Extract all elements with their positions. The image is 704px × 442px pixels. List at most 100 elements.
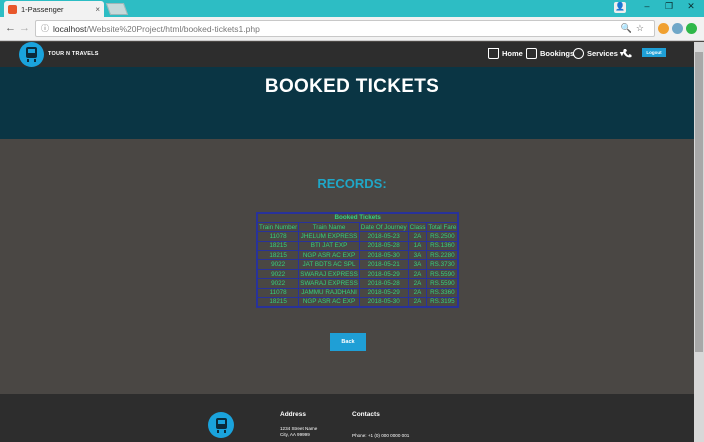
table-cell: JHELUM EXPRESS — [298, 231, 360, 242]
table-cell: 2018-05-29 — [358, 287, 409, 299]
url-text: localhost/Website%20Project/html/booked-… — [53, 24, 621, 34]
table-cell: 2018-05-28 — [358, 278, 409, 289]
table-row: 18215 NGP ASR AC EXP 2018-05-30 2A RS.3195 — [256, 296, 459, 308]
site-header: TOUR N TRAVELS Home Bookings Services ▾ — [0, 42, 704, 67]
table-cell: RS.3360 — [426, 287, 459, 299]
url-path: /Website%20Project/html/booked-tickets1.… — [86, 23, 260, 34]
browser-tab[interactable]: 1-Passenger × — [4, 1, 104, 17]
table-row: 9022 SWARAJ EXPRESS 2018-05-28 2A RS.5590 — [256, 278, 459, 289]
table-cell: RS.1360 — [426, 240, 459, 252]
column-header: Class — [407, 221, 428, 233]
tab-close-icon[interactable]: × — [95, 5, 100, 14]
table-cell: 2A — [407, 268, 428, 280]
table-cell: RS.3730 — [426, 259, 459, 270]
browser-toolbar: ← → ⓘ localhost/Website%20Project/html/b… — [0, 17, 704, 41]
table-cell: 2018-05-23 — [358, 231, 409, 242]
brand-name[interactable]: TOUR N TRAVELS — [48, 51, 99, 57]
table-cell: BTI JAT EXP — [298, 240, 360, 252]
tab-title: 1-Passenger — [21, 4, 64, 14]
table-cell: JAMMU RAJDHANI — [298, 287, 360, 299]
table-cell: 9022 — [256, 259, 300, 270]
table-cell: SWARAJ EXPRESS — [298, 268, 360, 280]
footer-address-line: City, AA 99999 — [280, 432, 310, 437]
table-cell: 9022 — [256, 278, 300, 289]
table-row: 9022 JAT BDTS AC SPL 2018-05-21 3A RS.3730 — [256, 259, 459, 270]
table-cell: 2018-05-30 — [358, 250, 409, 261]
table-row: 18215 NGP ASR AC EXP 2018-05-30 3A RS.2280 — [256, 250, 459, 261]
table-cell: 11078 — [256, 287, 300, 299]
logout-button[interactable]: Logout — [642, 48, 666, 57]
footer-address-heading: Address — [280, 411, 307, 418]
back-arrow-icon[interactable]: ← — [5, 22, 16, 34]
nav-bookings-label: Bookings — [540, 49, 575, 58]
maximize-button[interactable]: ❐ — [658, 0, 680, 14]
nav-home-label: Home — [502, 49, 523, 58]
table-cell: 18215 — [256, 240, 300, 252]
table-cell: 2A — [407, 296, 428, 308]
extension-icon[interactable] — [658, 23, 669, 34]
bookmark-star-icon[interactable]: 🔍☆ — [621, 23, 648, 34]
services-icon — [573, 48, 584, 59]
table-caption: Booked Tickets — [256, 212, 459, 223]
scrollbar-thumb[interactable] — [695, 52, 703, 352]
footer-address-line: 1234 Street Name — [280, 426, 318, 431]
info-icon[interactable]: ⓘ — [41, 23, 49, 34]
url-host: localhost — [53, 23, 87, 34]
table-cell: JAT BDTS AC SPL — [298, 259, 360, 270]
column-header: Total Fare — [426, 221, 459, 233]
table-cell: NGP ASR AC EXP — [298, 250, 360, 261]
table-cell: RS.2280 — [426, 250, 459, 261]
close-window-button[interactable]: ✕ — [680, 0, 702, 14]
table-cell: 2018-05-29 — [358, 268, 409, 280]
table-cell: SWARAJ EXPRESS — [298, 278, 360, 289]
table-cell: RS.2500 — [426, 231, 459, 242]
user-profile-icon[interactable]: 👤 — [614, 2, 626, 13]
table-cell: 2A — [407, 287, 428, 299]
table-cell: RS.3195 — [426, 296, 459, 308]
minimize-button[interactable]: – — [636, 0, 658, 14]
page-scrollbar[interactable] — [694, 42, 704, 442]
nav-services-label: Services ▾ — [587, 49, 624, 58]
column-header: Train Number — [256, 221, 300, 233]
table-cell: NGP ASR AC EXP — [298, 296, 360, 308]
table-row: 11078 JAMMU RAJDHANI 2018-05-29 2A RS.3360 — [256, 287, 459, 299]
nav-home[interactable]: Home — [488, 48, 523, 59]
forward-arrow-icon[interactable]: → — [19, 22, 30, 34]
table-body: 11078 JHELUM EXPRESS 2018-05-23 2A RS.2500 18… — [256, 231, 459, 308]
table-cell: 2018-05-30 — [358, 296, 409, 308]
table-row: 11078 JHELUM EXPRESS 2018-05-23 2A RS.2500 — [256, 231, 459, 242]
table-row: 18215 BTI JAT EXP 2018-05-28 1A RS.1360 — [256, 240, 459, 252]
home-icon — [488, 48, 499, 59]
booked-tickets-table: Booked Tickets Train Number Train Name D… — [256, 212, 460, 308]
table-row: 9022 SWARAJ EXPRESS 2018-05-29 2A RS.5590 — [256, 268, 459, 280]
new-tab-button[interactable] — [105, 3, 129, 15]
table-cell: 1A — [407, 240, 428, 252]
back-button[interactable]: Back — [330, 333, 366, 351]
extension-icon[interactable] — [672, 23, 683, 34]
table-cell: 9022 — [256, 268, 300, 280]
address-bar[interactable]: ⓘ localhost/Website%20Project/html/booke… — [35, 20, 655, 37]
table-header-row: Train Number Train Name Date Of Journey … — [256, 221, 459, 233]
table-cell: 2018-05-28 — [358, 240, 409, 252]
nav-bookings[interactable]: Bookings — [526, 48, 574, 59]
footer-contacts-heading: Contacts — [352, 411, 380, 418]
table-cell: 2018-05-21 — [358, 259, 409, 270]
footer-train-logo-icon — [208, 412, 234, 438]
table-cell: RS.5590 — [426, 278, 459, 289]
hero-banner: BOOKED TICKETS — [0, 67, 704, 139]
table-cell: RS.5590 — [426, 268, 459, 280]
extension-icon[interactable] — [686, 23, 697, 34]
table-cell: 3A — [407, 250, 428, 261]
table-cell: 3A — [407, 259, 428, 270]
column-header: Train Name — [298, 221, 360, 233]
site-footer: Address 1234 Street Name City, AA 99999 … — [0, 394, 704, 442]
train-logo-icon[interactable] — [19, 42, 44, 67]
records-heading: RECORDS: — [317, 176, 387, 191]
phone-icon[interactable] — [622, 48, 632, 59]
nav-services[interactable]: Services ▾ — [573, 48, 624, 59]
table-cell: 18215 — [256, 296, 300, 308]
footer-phone: Phone: +1 (0) 000 0000 001 — [352, 433, 410, 438]
table-cell: 18215 — [256, 250, 300, 261]
table-cell: 2A — [407, 278, 428, 289]
table-cell: 2A — [407, 231, 428, 242]
